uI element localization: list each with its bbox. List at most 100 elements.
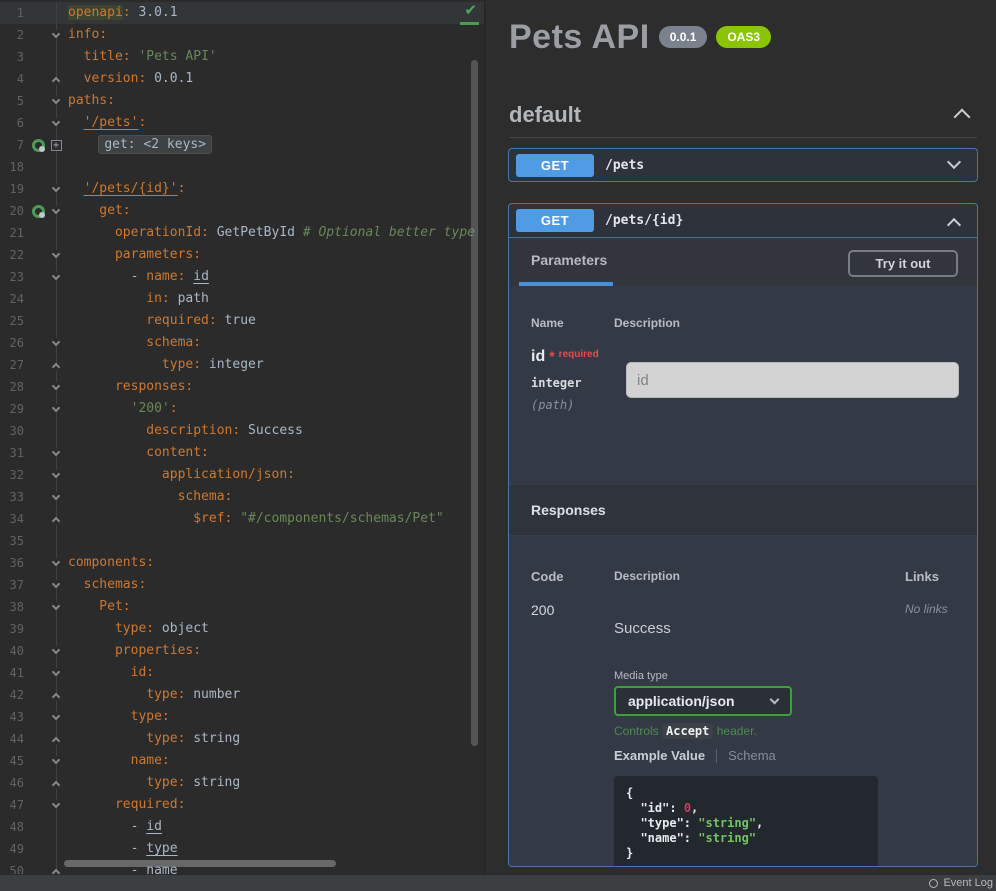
editor-horizontal-scrollbar[interactable] (64, 860, 336, 867)
fold-gutter (48, 398, 64, 420)
code-line-34[interactable]: 34 $ref: "#/components/schemas/Pet" (0, 508, 484, 530)
code-line-23[interactable]: 23 - name: id (0, 266, 484, 288)
code-line-38[interactable]: 38 Pet: (0, 596, 484, 618)
fold-open-icon[interactable] (52, 249, 60, 257)
fold-open-icon[interactable] (52, 755, 60, 763)
fold-open-icon[interactable] (52, 469, 60, 477)
code-line-44[interactable]: 44 type: string (0, 728, 484, 750)
method-badge-get: GET (516, 154, 594, 177)
code-line-2[interactable]: 2info: (0, 24, 484, 46)
media-type-value: application/json (628, 693, 735, 709)
fold-open-icon[interactable] (52, 667, 60, 675)
yaml-editor[interactable]: 1openapi: 3.0.12info:3 title: 'Pets API'… (0, 0, 485, 874)
code-line-43[interactable]: 43 type: (0, 706, 484, 728)
fold-open-icon[interactable] (52, 711, 60, 719)
fold-open-icon[interactable] (52, 381, 60, 389)
code-line-5[interactable]: 5paths: (0, 90, 484, 112)
code-line-7[interactable]: 7+ get: <2 keys> (0, 134, 484, 156)
gutter-icon-cell (30, 376, 48, 398)
fold-open-icon[interactable] (52, 29, 60, 37)
fold-open-icon[interactable] (52, 403, 60, 411)
fold-open-icon[interactable] (52, 645, 60, 653)
fold-end-icon[interactable] (52, 780, 60, 788)
code-line-20[interactable]: 20 get: (0, 200, 484, 222)
fold-end-icon[interactable] (52, 736, 60, 744)
gutter-icon-cell (30, 156, 48, 178)
media-type-select[interactable]: application/json (614, 686, 792, 716)
code-line-3[interactable]: 3 title: 'Pets API' (0, 46, 484, 68)
code-line-26[interactable]: 26 schema: (0, 332, 484, 354)
code-line-4[interactable]: 4 version: 0.0.1 (0, 68, 484, 90)
code-line-41[interactable]: 41 id: (0, 662, 484, 684)
endpoint-gutter-icon[interactable] (32, 139, 45, 152)
code-line-29[interactable]: 29 '200': (0, 398, 484, 420)
editor-vertical-scrollbar[interactable] (471, 60, 478, 746)
param-id-input[interactable] (626, 362, 959, 398)
code-line-22[interactable]: 22 parameters: (0, 244, 484, 266)
fold-open-icon[interactable] (52, 601, 60, 609)
try-it-out-button[interactable]: Try it out (848, 250, 958, 277)
event-log-button[interactable]: Event Log (929, 877, 993, 889)
code-line-27[interactable]: 27 type: integer (0, 354, 484, 376)
code-text: get: (64, 200, 131, 222)
code-line-25[interactable]: 25 required: true (0, 310, 484, 332)
fold-expand-icon[interactable]: + (51, 140, 62, 151)
code-line-21[interactable]: 21 operationId: GetPetById # Optional be… (0, 222, 484, 244)
fold-end-icon[interactable] (52, 362, 60, 370)
fold-open-icon[interactable] (52, 799, 60, 807)
code-line-33[interactable]: 33 schema: (0, 486, 484, 508)
code-line-24[interactable]: 24 in: path (0, 288, 484, 310)
tab-schema[interactable]: Schema (728, 748, 776, 763)
code-line-31[interactable]: 31 content: (0, 442, 484, 464)
fold-gutter (48, 706, 64, 728)
code-line-47[interactable]: 47 required: (0, 794, 484, 816)
code-line-37[interactable]: 37 schemas: (0, 574, 484, 596)
code-line-32[interactable]: 32 application/json: (0, 464, 484, 486)
line-number: 32 (0, 464, 30, 486)
tag-section-header[interactable]: default (509, 100, 968, 130)
fold-open-icon[interactable] (52, 579, 60, 587)
fold-open-icon[interactable] (52, 205, 60, 213)
code-line-6[interactable]: 6 '/pets': (0, 112, 484, 134)
code-line-36[interactable]: 36components: (0, 552, 484, 574)
opblock-get-pet-by-id-header[interactable]: GET /pets/{id} (509, 204, 977, 238)
fold-gutter (48, 552, 64, 574)
code-line-40[interactable]: 40 properties: (0, 640, 484, 662)
code-text: - name: id (64, 266, 209, 288)
code-line-48[interactable]: 48 - id (0, 816, 484, 838)
code-line-35[interactable]: 35 (0, 530, 484, 552)
fold-end-icon[interactable] (52, 516, 60, 524)
fold-open-icon[interactable] (52, 117, 60, 125)
fold-end-icon[interactable] (52, 76, 60, 84)
fold-open-icon[interactable] (52, 491, 60, 499)
code-text: id: (64, 662, 154, 684)
collapse-section-icon[interactable] (954, 109, 971, 126)
fold-open-icon[interactable] (52, 183, 60, 191)
code-line-42[interactable]: 42 type: number (0, 684, 484, 706)
fold-gutter (48, 794, 64, 816)
code-line-39[interactable]: 39 type: object (0, 618, 484, 640)
fold-open-icon[interactable] (52, 271, 60, 279)
code-line-28[interactable]: 28 responses: (0, 376, 484, 398)
fold-end-icon[interactable] (52, 692, 60, 700)
fold-open-icon[interactable] (52, 557, 60, 565)
chevron-down-icon[interactable] (947, 155, 961, 169)
chevron-up-icon[interactable] (947, 218, 961, 232)
code-line-1[interactable]: 1openapi: 3.0.1 (0, 2, 484, 24)
inspection-ok-icon[interactable]: ✔ (464, 1, 477, 19)
code-line-30[interactable]: 30 description: Success (0, 420, 484, 442)
tab-example-value[interactable]: Example Value (614, 748, 705, 763)
code-text: components: (64, 552, 154, 574)
fold-open-icon[interactable] (52, 95, 60, 103)
code-line-49[interactable]: 49 - type (0, 838, 484, 860)
endpoint-gutter-icon[interactable] (32, 205, 45, 218)
opblock-get-pets-header[interactable]: GET /pets (509, 149, 977, 183)
code-line-18[interactable]: 18 (0, 156, 484, 178)
tab-parameters[interactable]: Parameters (531, 252, 607, 268)
fold-open-icon[interactable] (52, 447, 60, 455)
responses-title: Responses (531, 502, 606, 518)
code-line-46[interactable]: 46 type: string (0, 772, 484, 794)
fold-open-icon[interactable] (52, 337, 60, 345)
code-line-45[interactable]: 45 name: (0, 750, 484, 772)
code-line-19[interactable]: 19 '/pets/{id}': (0, 178, 484, 200)
